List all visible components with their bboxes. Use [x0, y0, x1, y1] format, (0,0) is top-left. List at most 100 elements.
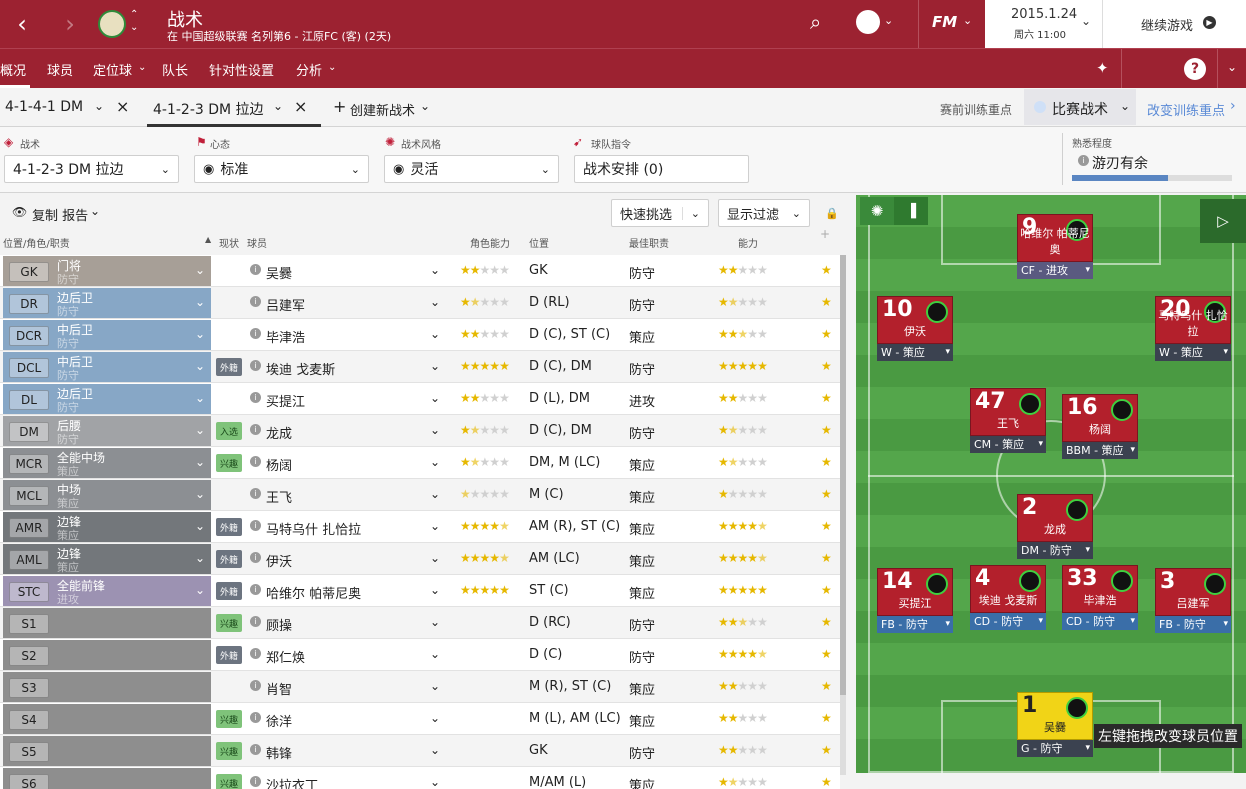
header-role-ability[interactable]: 角色能力	[470, 235, 510, 250]
pitch-view-toggle[interactable]: ✺ ▐	[860, 197, 928, 225]
chevron-down-icon[interactable]: ⌄	[195, 263, 205, 277]
tab-tactic-1[interactable]: 4-1-4-1 DM	[5, 99, 83, 115]
card-body[interactable]: 10 伊沃	[877, 296, 953, 344]
style-select[interactable]: ◉ 灵活 ⌄	[384, 155, 559, 183]
player-name[interactable]: 吴爨	[266, 263, 292, 282]
card-body[interactable]: 1 吴爨	[1017, 692, 1093, 740]
player-card[interactable]: 47 王飞 CM - 策应 ▾	[970, 388, 1046, 453]
card-role-select[interactable]: FB - 防守 ▾	[1155, 616, 1231, 633]
chevron-down-icon[interactable]: ⌄	[195, 583, 205, 597]
info-icon[interactable]: i	[250, 520, 261, 531]
header-ability[interactable]: 能力	[738, 235, 758, 250]
position-slot[interactable]: GK 门将 防守 ⌄	[3, 256, 211, 286]
chevron-down-icon[interactable]: ⌄	[195, 551, 205, 565]
table-row[interactable]: AMR 边锋 策应 ⌄ 外籍 i 马特乌什 扎恰拉 ⌄ ★★★★★ AM (R), ST (C) 策…	[0, 511, 840, 543]
card-body[interactable]: 4 埃迪 戈麦斯	[970, 565, 1046, 613]
info-icon[interactable]: i	[250, 680, 261, 691]
chevron-down-icon[interactable]: ⌄	[430, 743, 440, 757]
chevron-down-icon[interactable]: ⌄	[195, 295, 205, 309]
player-card[interactable]: 20 马特乌什 扎恰拉 W - 策应 ▾	[1155, 296, 1231, 361]
player-card[interactable]: 2 龙成 DM - 防守 ▾	[1017, 494, 1093, 559]
player-card[interactable]: 4 埃迪 戈麦斯 CD - 防守 ▾	[970, 565, 1046, 630]
team-instructions-button[interactable]: 战术安排 (0)	[574, 155, 749, 183]
card-body[interactable]: 47 王飞	[970, 388, 1046, 436]
header-position[interactable]: 位置/角色/职责	[3, 235, 70, 250]
chevron-down-icon[interactable]: ⌄	[430, 583, 440, 597]
position-slot[interactable]: S1	[3, 608, 211, 638]
chevron-down-icon[interactable]: ⌄	[195, 391, 205, 405]
continue-button[interactable]: 继续游戏 ▶	[1102, 0, 1246, 48]
date-box[interactable]: 2015.1.24 周六 11:00 ⌄	[985, 0, 1102, 48]
chevron-down-icon[interactable]: ⌄	[328, 62, 336, 73]
info-icon[interactable]: i	[250, 744, 261, 755]
position-slot[interactable]: S2	[3, 640, 211, 670]
close-icon[interactable]: ×	[116, 97, 129, 116]
player-card[interactable]: 33 毕津浩 CD - 防守 ▾	[1062, 565, 1138, 630]
table-row[interactable]: DCR 中后卫 防守 ⌄ i 毕津浩 ⌄ ★★★★★ D (C), ST (C) 策应 ★★★★★ ★	[0, 319, 840, 351]
chevron-down-icon[interactable]: ⌄	[430, 327, 440, 341]
info-icon[interactable]: i	[250, 584, 261, 595]
chevron-down-icon[interactable]: ⌄	[195, 327, 205, 341]
subnav-item-set-pieces[interactable]: 定位球	[93, 60, 132, 79]
chevron-down-icon[interactable]: ⌄	[430, 455, 440, 469]
position-slot[interactable]: MCL 中场 策应 ⌄	[3, 480, 211, 510]
table-row[interactable]: DR 边后卫 防守 ⌄ i 吕建军 ⌄ ★★★★★ D (RL) 防守 ★★★★★ ★	[0, 287, 840, 319]
position-slot[interactable]: MCR 全能中场 策应 ⌄	[3, 448, 211, 478]
pitch-view-icon[interactable]: ✺	[860, 197, 894, 225]
table-row[interactable]: STC 全能前锋 进攻 ⌄ 外籍 i 哈维尔 帕蒂尼奥 ⌄ ★★★★★ ST (C) 策应 ★★★★★…	[0, 575, 840, 607]
position-slot[interactable]: AML 边锋 策应 ⌄	[3, 544, 211, 574]
player-name[interactable]: 马特乌什 扎恰拉	[266, 519, 361, 538]
card-body[interactable]: 33 毕津浩	[1062, 565, 1138, 613]
player-card[interactable]: 16 杨阔 BBM - 策应 ▾	[1062, 394, 1138, 459]
card-role-select[interactable]: W - 策应 ▾	[877, 344, 953, 361]
player-name[interactable]: 韩锋	[266, 743, 292, 762]
club-switch-icon[interactable]: ⌃ ⌄	[130, 8, 138, 34]
table-row[interactable]: S5 兴趣 i 韩锋 ⌄ GK 防守 ★★★★★ ★	[0, 735, 840, 767]
chevron-down-icon[interactable]: ⌄	[430, 391, 440, 405]
info-icon[interactable]: i	[250, 264, 261, 275]
table-row[interactable]: GK 门将 防守 ⌄ i 吴爨 ⌄ ★★★★★ GK 防守 ★★★★★ ★	[0, 255, 840, 287]
player-card[interactable]: 3 吕建军 FB - 防守 ▾	[1155, 568, 1231, 633]
table-row[interactable]: AML 边锋 策应 ⌄ 外籍 i 伊沃 ⌄ ★★★★★ AM (LC) 策应 ★★★★★ ★	[0, 543, 840, 575]
info-icon[interactable]: i	[250, 360, 261, 371]
position-slot[interactable]: DM 后腰 防守 ⌄	[3, 416, 211, 446]
collapse-panel-icon[interactable]: ▷	[1200, 199, 1246, 243]
card-body[interactable]: 16 杨阔	[1062, 394, 1138, 442]
info-icon[interactable]: i	[250, 616, 261, 627]
position-slot[interactable]: S6	[3, 768, 211, 789]
globe-icon[interactable]	[856, 10, 880, 34]
subnav-item-overview[interactable]: 概况	[0, 60, 26, 79]
info-icon[interactable]: i	[250, 456, 261, 467]
header-position-col[interactable]: 位置	[529, 235, 549, 250]
help-icon[interactable]: ?	[1184, 58, 1206, 80]
player-name[interactable]: 毕津浩	[266, 327, 305, 346]
player-name[interactable]: 买提江	[266, 391, 305, 410]
player-name[interactable]: 伊沃	[266, 551, 292, 570]
card-role-select[interactable]: CD - 防守 ▾	[970, 613, 1046, 630]
chevron-down-icon[interactable]: ⌄	[195, 455, 205, 469]
position-slot[interactable]: DCL 中后卫 防守 ⌄	[3, 352, 211, 382]
player-name[interactable]: 哈维尔 帕蒂尼奥	[266, 583, 361, 602]
chevron-down-icon[interactable]: ⌄	[430, 775, 440, 789]
card-body[interactable]: 9 哈维尔 帕蒂尼奥	[1017, 214, 1093, 262]
card-role-select[interactable]: DM - 防守 ▾	[1017, 542, 1093, 559]
table-row[interactable]: MCL 中场 策应 ⌄ i 王飞 ⌄ ★★★★★ M (C) 策应 ★★★★★ ★	[0, 479, 840, 511]
player-name[interactable]: 杨阔	[266, 455, 292, 474]
chevron-down-icon[interactable]: ⌄	[195, 487, 205, 501]
card-role-select[interactable]: W - 策应 ▾	[1155, 344, 1231, 361]
header-player[interactable]: 球员	[247, 235, 267, 250]
chevron-down-icon[interactable]: ⌄	[430, 615, 440, 629]
card-body[interactable]: 14 买提江	[877, 568, 953, 616]
chevron-down-icon[interactable]: ⌄	[430, 359, 440, 373]
plus-icon[interactable]: +	[333, 97, 346, 116]
chevron-down-icon[interactable]: ⌄	[430, 519, 440, 533]
back-icon[interactable]: ‹	[8, 10, 36, 38]
chevron-down-icon[interactable]: ⌄	[195, 519, 205, 533]
table-row[interactable]: DL 边后卫 防守 ⌄ i 买提江 ⌄ ★★★★★ D (L), DM 进攻 ★★★★★ ★	[0, 383, 840, 415]
chevron-down-icon[interactable]: ⌄	[884, 14, 893, 27]
info-icon[interactable]: i	[250, 328, 261, 339]
info-icon[interactable]: i	[250, 552, 261, 563]
player-name[interactable]: 徐洋	[266, 711, 292, 730]
info-icon[interactable]: i	[250, 712, 261, 723]
table-row[interactable]: DCL 中后卫 防守 ⌄ 外籍 i 埃迪 戈麦斯 ⌄ ★★★★★ D (C), DM 防守 ★★★★★…	[0, 351, 840, 383]
